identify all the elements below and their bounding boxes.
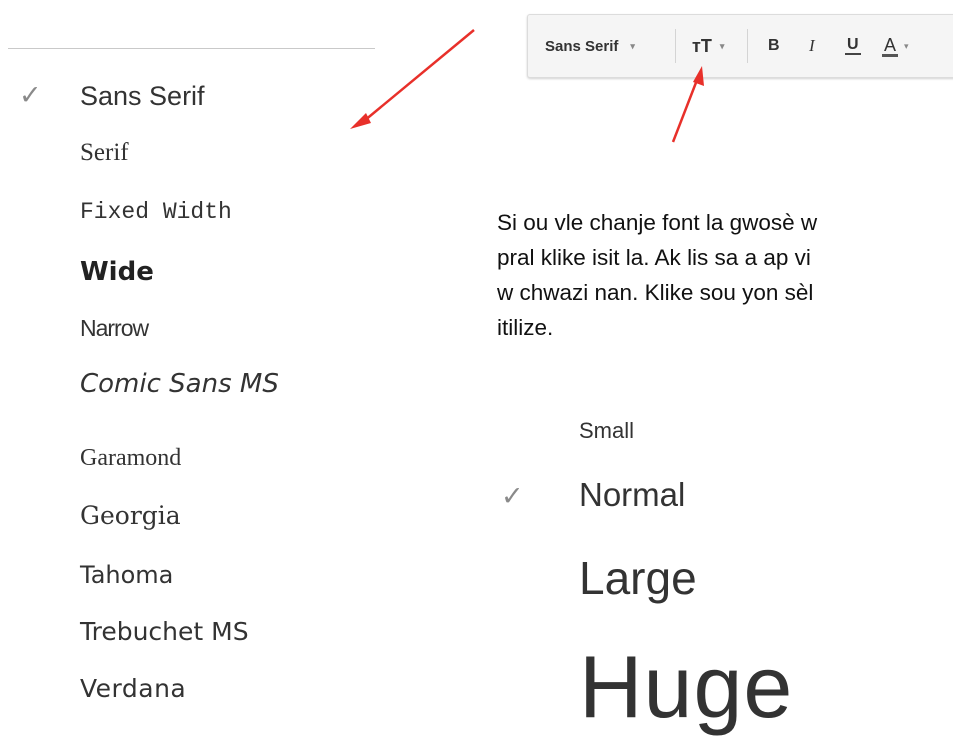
annotation-arrows: [350, 29, 704, 143]
arrow-to-size-button: [671, 66, 704, 143]
arrow-to-font-menu: [350, 29, 475, 129]
